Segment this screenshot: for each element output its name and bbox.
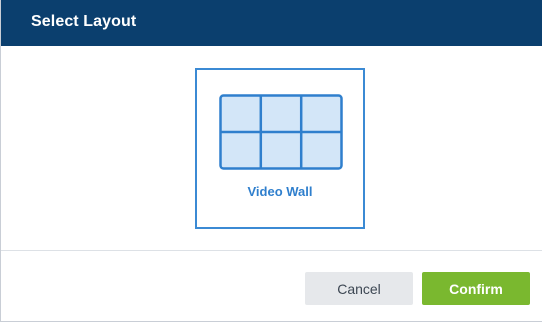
layout-option-label: Video Wall bbox=[247, 184, 313, 199]
video-wall-grid-icon bbox=[219, 94, 343, 170]
footer-divider bbox=[1, 250, 542, 251]
select-layout-dialog: Select Layout Video Wall Cancel Confirm bbox=[0, 0, 542, 322]
cancel-button[interactable]: Cancel bbox=[305, 272, 413, 305]
layout-option-video-wall[interactable]: Video Wall bbox=[195, 68, 365, 229]
dialog-header: Select Layout bbox=[1, 0, 542, 46]
dialog-title: Select Layout bbox=[31, 13, 137, 30]
confirm-button[interactable]: Confirm bbox=[422, 272, 530, 305]
